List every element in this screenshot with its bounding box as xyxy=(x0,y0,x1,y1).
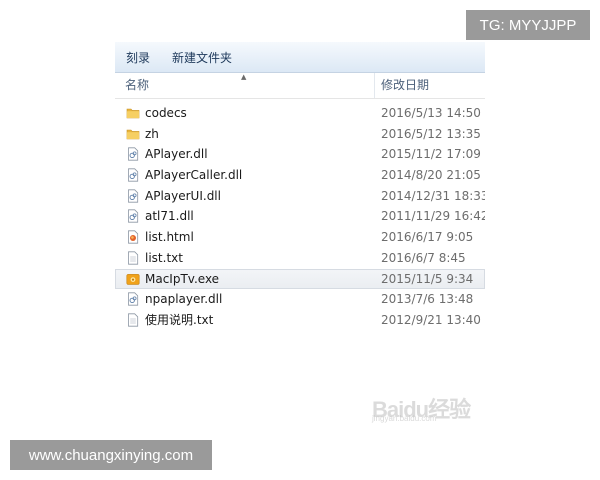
column-header-name[interactable]: 名称 xyxy=(125,73,149,98)
file-name: zh xyxy=(145,126,159,141)
watermark-url: jingyan.baidu.com xyxy=(372,414,437,423)
file-list: codecs 2016/5/13 14:50 zh 2016/5/12 13:35 AP… xyxy=(115,103,485,331)
file-row[interactable]: atl71.dll 2011/11/29 16:42 xyxy=(115,206,485,227)
dll-file-icon xyxy=(126,189,140,203)
sort-ascending-icon: ▲ xyxy=(241,73,247,81)
dll-file-icon xyxy=(126,168,140,182)
html-file-icon xyxy=(126,230,140,244)
file-row[interactable]: APlayer.dll 2015/11/2 17:09 xyxy=(115,144,485,165)
file-row[interactable]: list.txt 2016/6/7 8:45 xyxy=(115,248,485,269)
file-name: atl71.dll xyxy=(145,209,194,224)
column-divider[interactable] xyxy=(374,73,375,98)
file-row-selected[interactable]: MacIpTv.exe 2015/11/5 9:34 xyxy=(115,268,485,290)
file-date-modified: 2014/8/20 21:05 xyxy=(381,168,481,183)
column-header-date-modified[interactable]: 修改日期 xyxy=(381,73,429,98)
file-name: APlayerUI.dll xyxy=(145,188,221,203)
file-row[interactable]: 使用说明.txt 2012/9/21 13:40 xyxy=(115,310,485,331)
file-name: list.html xyxy=(145,230,194,245)
dll-file-icon xyxy=(126,147,140,161)
file-row[interactable]: codecs 2016/5/13 14:50 xyxy=(115,103,485,124)
file-date-modified: 2012/9/21 13:40 xyxy=(381,312,481,327)
file-date-modified: 2015/11/5 9:34 xyxy=(381,271,474,286)
new-folder-button[interactable]: 新建文件夹 xyxy=(172,49,232,66)
file-row[interactable]: npaplayer.dll 2013/7/6 13:48 xyxy=(115,289,485,310)
file-name: list.txt xyxy=(145,250,183,265)
tg-badge: TG: MYYJJPP xyxy=(466,10,590,40)
text-file-icon xyxy=(126,313,140,327)
column-header-row: 名称 ▲ 修改日期 xyxy=(115,73,485,99)
toolbar: 刻录 新建文件夹 xyxy=(115,42,485,73)
file-name: APlayerCaller.dll xyxy=(145,168,243,183)
file-name: APlayer.dll xyxy=(145,147,208,162)
dll-file-icon xyxy=(126,292,140,306)
dll-file-icon xyxy=(126,209,140,224)
file-row[interactable]: APlayerCaller.dll 2014/8/20 21:05 xyxy=(115,165,485,186)
file-date-modified: 2013/7/6 13:48 xyxy=(381,292,474,307)
file-date-modified: 2016/5/12 13:35 xyxy=(381,126,481,141)
site-url-badge: www.chuangxinying.com xyxy=(10,440,212,470)
burn-button[interactable]: 刻录 xyxy=(126,49,150,66)
file-date-modified: 2016/6/17 9:05 xyxy=(381,230,474,245)
file-name: 使用说明.txt xyxy=(145,312,214,327)
file-row[interactable]: list.html 2016/6/17 9:05 xyxy=(115,227,485,248)
folder-icon xyxy=(126,106,140,120)
file-date-modified: 2015/11/2 17:09 xyxy=(381,147,481,162)
file-date-modified: 2016/6/7 8:45 xyxy=(381,250,466,265)
folder-icon xyxy=(126,127,140,141)
file-name: MacIpTv.exe xyxy=(145,271,220,286)
file-name: codecs xyxy=(145,106,187,120)
exe-file-icon xyxy=(126,272,140,286)
file-name: npaplayer.dll xyxy=(145,292,223,307)
file-row[interactable]: zh 2016/5/12 13:35 xyxy=(115,124,485,145)
file-date-modified: 2016/5/13 14:50 xyxy=(381,106,481,120)
file-date-modified: 2011/11/29 16:42 xyxy=(381,209,485,224)
file-row[interactable]: APlayerUI.dll 2014/12/31 18:33 xyxy=(115,186,485,207)
file-date-modified: 2014/12/31 18:33 xyxy=(381,188,485,203)
text-file-icon xyxy=(126,251,140,265)
file-explorer-window: 刻录 新建文件夹 名称 ▲ 修改日期 codecs 2016/5/13 14:50… xyxy=(115,42,485,440)
